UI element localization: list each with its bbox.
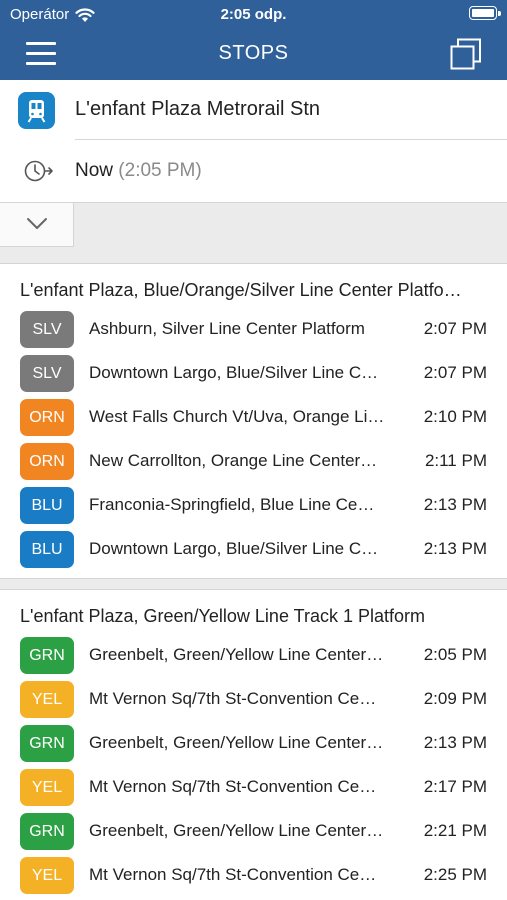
destination: Downtown Largo, Blue/Silver Line C… <box>89 539 379 558</box>
line-badge: GRN <box>20 813 74 850</box>
destination: Greenbelt, Green/Yellow Line Center… <box>89 821 384 840</box>
arrival-time: 2:07 PM <box>423 319 487 338</box>
arrival-time: 2:13 PM <box>423 495 487 514</box>
chevron-down-icon <box>27 218 47 229</box>
destination: West Falls Church Vt/Uva, Orange Li… <box>89 407 385 426</box>
line-badge: YEL <box>20 681 74 718</box>
line-badge: YEL <box>20 769 74 806</box>
destination: Ashburn, Silver Line Center Platform <box>89 319 365 338</box>
arrival-row[interactable]: GRN Greenbelt, Green/Yellow Line Center…… <box>0 810 507 854</box>
arrival-time: 2:05 PM <box>423 645 487 664</box>
section-separator <box>0 578 507 590</box>
arrival-time: 2:11 PM <box>424 451 487 470</box>
arrival-row[interactable]: BLU Franconia-Springfield, Blue Line Ce…… <box>0 484 507 528</box>
arrival-row[interactable]: BLU Downtown Largo, Blue/Silver Line C… … <box>0 528 507 572</box>
line-badge: SLV <box>20 311 74 348</box>
arrival-row[interactable]: SLV Ashburn, Silver Line Center Platform… <box>0 308 507 352</box>
arrival-row[interactable]: YEL Mt Vernon Sq/7th St-Convention Ce… 2… <box>0 854 507 898</box>
destination: Greenbelt, Green/Yellow Line Center… <box>89 733 384 752</box>
copy-icon[interactable] <box>449 38 483 70</box>
battery-icon <box>469 6 501 20</box>
line-badge: YEL <box>20 857 74 894</box>
destination: Mt Vernon Sq/7th St-Convention Ce… <box>89 689 377 708</box>
arrival-row[interactable]: GRN Greenbelt, Green/Yellow Line Center…… <box>0 722 507 766</box>
arrival-time: 2:09 PM <box>423 689 487 708</box>
destination: Mt Vernon Sq/7th St-Convention Ce… <box>89 865 377 884</box>
platform-title: L'enfant Plaza, Green/Yellow Line Track … <box>20 606 425 626</box>
metro-train-icon <box>18 92 55 129</box>
arrival-time: 2:25 PM <box>423 865 487 884</box>
platform-title: L'enfant Plaza, Blue/Orange/Silver Line … <box>20 280 462 300</box>
arrival-row[interactable]: ORN West Falls Church Vt/Uva, Orange Li…… <box>0 396 507 440</box>
time-text: Now (2:05 PM) <box>75 160 202 182</box>
line-badge: ORN <box>20 399 74 436</box>
page-title: STOPS <box>218 42 289 64</box>
arrival-time: 2:13 PM <box>423 733 487 752</box>
arrival-row[interactable]: YEL Mt Vernon Sq/7th St-Convention Ce… 2… <box>0 678 507 722</box>
arrival-row[interactable]: SLV Downtown Largo, Blue/Silver Line C… … <box>0 352 507 396</box>
collapse-button[interactable] <box>0 203 74 247</box>
arrival-time: 2:07 PM <box>423 363 487 382</box>
line-badge: GRN <box>20 637 74 674</box>
collapse-band <box>0 202 507 264</box>
clock-arrow-icon <box>24 160 53 182</box>
arrival-time: 2:21 PM <box>423 821 487 840</box>
destination: Franconia-Springfield, Blue Line Ce… <box>89 495 375 514</box>
destination: Mt Vernon Sq/7th St-Convention Ce… <box>89 777 377 796</box>
line-badge: ORN <box>20 443 74 480</box>
line-badge: SLV <box>20 355 74 392</box>
arrival-row[interactable]: GRN Greenbelt, Green/Yellow Line Center…… <box>0 634 507 678</box>
app-header: Operátor 2:05 odp. STOPS <box>0 0 507 80</box>
line-badge: GRN <box>20 725 74 762</box>
arrival-time: 2:10 PM <box>423 407 487 426</box>
line-badge: BLU <box>20 487 74 524</box>
destination: Greenbelt, Green/Yellow Line Center… <box>89 645 384 664</box>
arrival-time: 2:13 PM <box>423 539 487 558</box>
line-badge: BLU <box>20 531 74 568</box>
status-time: 2:05 odp. <box>220 6 287 23</box>
stop-selector[interactable]: L'enfant Plaza Metrorail Stn <box>0 80 507 140</box>
navigation-bar: STOPS <box>0 30 507 80</box>
time-selector[interactable]: Now (2:05 PM) <box>0 140 507 202</box>
time-value: (2:05 PM) <box>118 160 202 181</box>
stop-name: L'enfant Plaza Metrorail Stn <box>75 98 321 120</box>
arrival-row[interactable]: YEL Mt Vernon Sq/7th St-Convention Ce… 2… <box>0 766 507 810</box>
time-label: Now <box>75 160 114 181</box>
status-bar: Operátor 2:05 odp. <box>0 0 507 30</box>
arrival-time: 2:17 PM <box>423 777 487 796</box>
arrival-row[interactable]: ORN New Carrollton, Orange Line Center… … <box>0 440 507 484</box>
destination: Downtown Largo, Blue/Silver Line C… <box>89 363 379 382</box>
destination: New Carrollton, Orange Line Center… <box>89 451 378 470</box>
